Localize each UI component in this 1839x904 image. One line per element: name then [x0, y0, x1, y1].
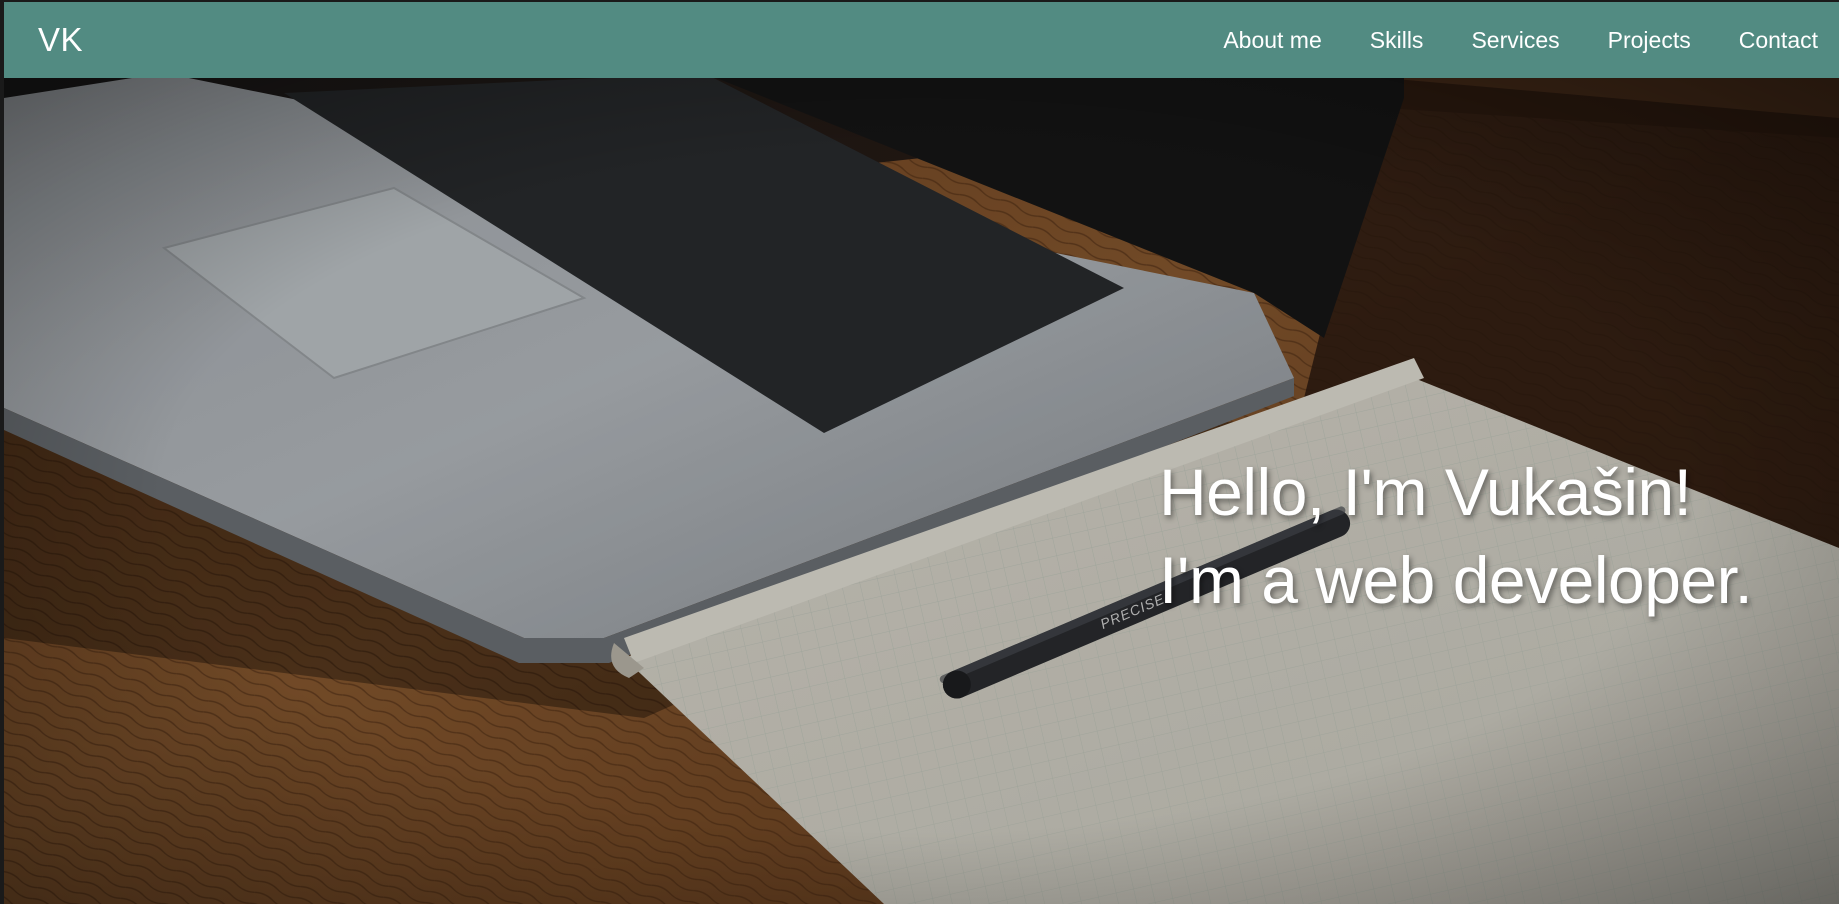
- hero-line-2: I'm a web developer.: [1159, 543, 1753, 617]
- navbar: VK About me Skills Services Projects Con…: [4, 2, 1839, 78]
- nav-link-contact[interactable]: Contact: [1739, 27, 1818, 54]
- nav-link-services[interactable]: Services: [1471, 27, 1559, 54]
- nav-link-skills[interactable]: Skills: [1370, 27, 1424, 54]
- hero-headline: Hello, I'm Vukašin! I'm a web developer.: [1159, 448, 1753, 624]
- logo[interactable]: VK: [38, 21, 83, 59]
- hero-line-1: Hello, I'm Vukašin!: [1159, 455, 1692, 529]
- nav-link-about-me[interactable]: About me: [1223, 27, 1321, 54]
- page: PRECISE VK About me Skills Services Proj…: [0, 0, 1839, 904]
- nav-link-projects[interactable]: Projects: [1608, 27, 1691, 54]
- nav-links: About me Skills Services Projects Contac…: [1175, 27, 1818, 54]
